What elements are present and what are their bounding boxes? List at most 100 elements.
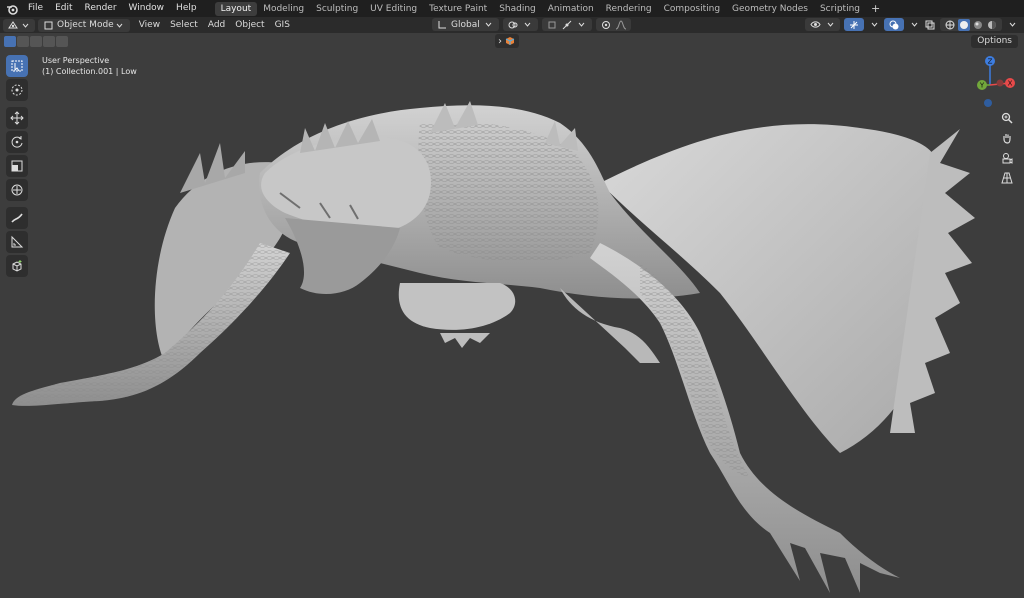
tab-modeling[interactable]: Modeling [257, 2, 310, 16]
mode-label: Object Mode [57, 20, 114, 30]
editor-type-button[interactable] [3, 18, 35, 32]
chevron-down-icon[interactable] [908, 19, 920, 31]
cursor-icon[interactable] [6, 79, 28, 101]
shading-modes [940, 18, 1002, 31]
material-shading-icon[interactable] [972, 19, 984, 31]
proportional-edit-icon [600, 19, 612, 31]
scene-cube-icon [504, 35, 516, 47]
dragon-model[interactable] [0, 33, 1024, 598]
chevron-down-icon [19, 19, 31, 31]
gizmo-icon [848, 19, 860, 31]
select-difference-icon[interactable] [43, 36, 55, 47]
3d-viewport[interactable]: › Options User Perspective (1) Collectio… [0, 33, 1024, 598]
falloff-icon [615, 19, 627, 31]
gizmo-y-label: Y [979, 82, 985, 90]
menu-view[interactable]: View [134, 20, 165, 30]
pan-hand-icon[interactable] [998, 129, 1016, 147]
zoom-icon[interactable] [998, 109, 1016, 127]
blender-logo-icon[interactable] [4, 0, 20, 17]
tab-compositing[interactable]: Compositing [658, 2, 726, 16]
menu-render[interactable]: Render [79, 0, 123, 17]
menu-gis[interactable]: GIS [270, 20, 295, 30]
select-extend-icon[interactable] [17, 36, 29, 47]
chevron-down-icon [576, 19, 588, 31]
select-box-icon[interactable] [6, 55, 28, 77]
chevron-down-icon[interactable] [868, 19, 880, 31]
chevron-down-icon [824, 19, 836, 31]
pivot-icon [507, 19, 519, 31]
eye-icon [809, 19, 821, 31]
chevron-down-icon [114, 19, 126, 31]
tab-geometry-nodes[interactable]: Geometry Nodes [726, 2, 814, 16]
transform-tools: Global [432, 18, 631, 31]
wireframe-shading-icon[interactable] [944, 19, 956, 31]
snap-icon [546, 19, 558, 31]
tab-sculpting[interactable]: Sculpting [310, 2, 364, 16]
object-mode-icon [42, 19, 54, 31]
menu-window[interactable]: Window [123, 0, 171, 17]
xray-toggle-icon[interactable] [924, 19, 936, 31]
navigation-buttons [998, 109, 1016, 189]
menu-edit[interactable]: Edit [49, 0, 78, 17]
tab-uv-editing[interactable]: UV Editing [364, 2, 423, 16]
perspective-toggle-icon[interactable] [998, 169, 1016, 187]
select-intersect-icon[interactable] [56, 36, 68, 47]
rotate-icon[interactable] [6, 131, 28, 153]
menu-file[interactable]: File [22, 0, 49, 17]
tab-rendering[interactable]: Rendering [600, 2, 658, 16]
add-cube-icon[interactable] [6, 255, 28, 277]
view-name: User Perspective [42, 56, 110, 65]
top-menu-bar: File Edit Render Window Help Layout Mode… [0, 0, 1024, 17]
measure-icon[interactable] [6, 231, 28, 253]
tab-shading[interactable]: Shading [493, 2, 542, 16]
tab-texture-paint[interactable]: Texture Paint [423, 2, 493, 16]
viewport-display-tools [805, 18, 1018, 31]
editor-type-icon [7, 19, 19, 31]
navigation-gizmo[interactable]: Z X Y [962, 53, 1022, 113]
tab-scripting[interactable]: Scripting [814, 2, 866, 16]
menu-help[interactable]: Help [170, 0, 203, 17]
header-menus: View Select Add Object GIS [134, 20, 295, 30]
rendered-shading-icon[interactable] [986, 19, 998, 31]
snap-target-icon [561, 19, 573, 31]
viewport-info: User Perspective (1) Collection.001 | Lo… [42, 55, 137, 77]
select-new-icon[interactable] [4, 36, 16, 47]
scale-icon[interactable] [6, 155, 28, 177]
move-icon[interactable] [6, 107, 28, 129]
visibility-selector[interactable] [805, 18, 840, 31]
solid-shading-icon[interactable] [958, 18, 970, 31]
orientation-label: Global [451, 19, 480, 30]
tab-animation[interactable]: Animation [542, 2, 600, 16]
orientation-icon [436, 19, 448, 31]
mode-selector[interactable]: Object Mode [38, 18, 130, 32]
pivot-point-selector[interactable] [502, 18, 538, 31]
gizmo-toggle[interactable] [844, 18, 864, 31]
camera-view-icon[interactable] [998, 149, 1016, 167]
menu-add[interactable]: Add [203, 20, 230, 30]
overlays-toggle[interactable] [884, 18, 904, 31]
annotate-icon[interactable] [6, 207, 28, 229]
gizmo-x-label: X [1008, 80, 1013, 88]
collapse-label: › [498, 35, 502, 47]
overlays-icon [888, 19, 900, 31]
select-subtract-icon[interactable] [30, 36, 42, 47]
chevron-down-icon [483, 19, 495, 31]
proportional-edit-selector[interactable] [595, 18, 631, 31]
header-collapse-button[interactable]: › [495, 34, 519, 48]
collection-info: (1) Collection.001 | Low [42, 67, 137, 76]
add-workspace-button[interactable]: + [866, 2, 885, 15]
transform-orientation-selector[interactable]: Global [432, 18, 499, 31]
selection-mode-buttons [4, 36, 68, 47]
options-button[interactable]: Options [971, 35, 1018, 48]
chevron-down-icon [522, 19, 534, 31]
chevron-down-icon[interactable] [1006, 19, 1018, 31]
workspace-tabs: Layout Modeling Sculpting UV Editing Tex… [214, 0, 886, 17]
transform-icon[interactable] [6, 179, 28, 201]
tool-shelf [6, 55, 30, 279]
tab-layout[interactable]: Layout [214, 1, 258, 16]
viewport-header: Object Mode View Select Add Object GIS G… [0, 17, 1024, 33]
menu-select[interactable]: Select [165, 20, 203, 30]
snap-selector[interactable] [541, 18, 592, 31]
main-menu: File Edit Render Window Help [22, 0, 203, 17]
menu-object[interactable]: Object [230, 20, 269, 30]
